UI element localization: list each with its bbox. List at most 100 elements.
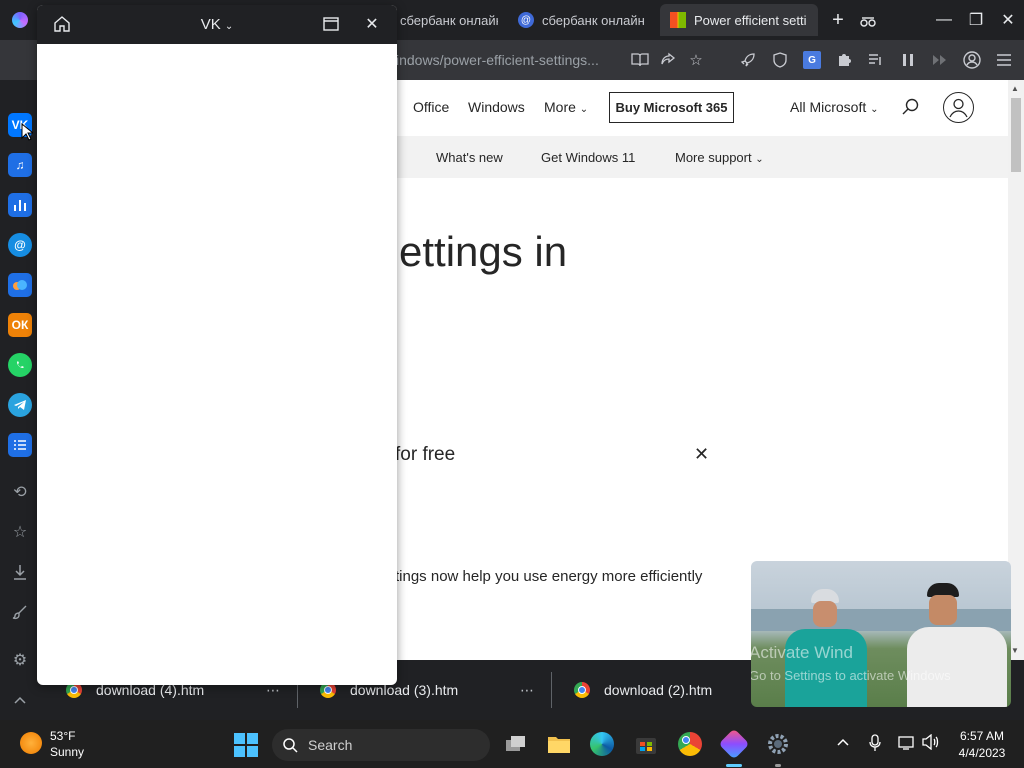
share-icon[interactable] <box>656 48 680 72</box>
nav-office[interactable]: Office <box>413 99 449 115</box>
article-lead: tings now help you use energy more effic… <box>395 568 703 585</box>
active-app-indicator <box>726 764 742 767</box>
downloads-icon[interactable] <box>8 560 32 584</box>
clock-date: 4/4/2023 <box>958 746 1006 760</box>
browser-logo-icon[interactable] <box>12 12 28 28</box>
microsoft-icon <box>670 12 686 28</box>
nav-all-microsoft-label: All Microsoft <box>790 99 867 115</box>
video-pip[interactable]: Activate Wind Go to Settings to activate… <box>751 561 1011 707</box>
bookmark-star-icon[interactable]: ☆ <box>684 48 708 72</box>
cloud-icon[interactable] <box>8 273 32 297</box>
microphone-icon[interactable] <box>869 734 881 755</box>
reader-mode-icon[interactable] <box>628 48 652 72</box>
weather-condition[interactable]: Sunny <box>50 745 84 759</box>
menu-icon[interactable] <box>992 48 1016 72</box>
account-avatar-icon[interactable] <box>943 92 974 123</box>
taskbar-search-label: Search <box>308 737 353 753</box>
pause-icon[interactable] <box>896 48 920 72</box>
new-tab-button[interactable]: + <box>822 0 854 40</box>
download-filename: download (2).htm <box>604 682 713 698</box>
subnav-whats-new[interactable]: What's new <box>436 150 503 165</box>
minimize-button[interactable]: — <box>928 0 960 40</box>
browser-sidebar: VK ♫ @ ОК ⟲ ☆ ⚙ <box>0 80 38 720</box>
tab-title: Power efficient setti <box>694 12 807 28</box>
tab-sberbank-2[interactable]: @ сбербанк онлайн - Я <box>508 4 658 36</box>
scrollbar-thumb[interactable] <box>1011 98 1021 172</box>
collapse-icon[interactable] <box>8 688 32 712</box>
telegram-icon[interactable] <box>8 393 32 417</box>
open-in-tab-icon[interactable] <box>321 14 341 34</box>
rocket-icon[interactable] <box>736 48 760 72</box>
taskbar-search[interactable]: Search <box>272 729 490 761</box>
sun-icon[interactable] <box>20 732 42 754</box>
stats-icon[interactable] <box>8 193 32 217</box>
chrome-logo-icon <box>678 732 702 756</box>
start-button[interactable] <box>234 733 258 757</box>
close-window-button[interactable]: ✕ <box>992 0 1024 40</box>
history-icon[interactable]: ⟲ <box>8 480 32 504</box>
activate-windows-watermark: Activate Wind <box>751 643 853 662</box>
odnoklassniki-icon[interactable]: ОК <box>8 313 32 337</box>
desktop-screen: сбербанк онлайн - Я @ сбербанк онлайн - … <box>0 0 1024 768</box>
chevron-down-icon: ⌄ <box>870 104 879 115</box>
video-person-right <box>901 583 1009 707</box>
music-icon[interactable]: ♫ <box>8 153 32 177</box>
nav-more[interactable]: More ⌄ <box>544 99 588 115</box>
shield-icon[interactable] <box>768 48 792 72</box>
subnav-more-support[interactable]: More support ⌄ <box>675 150 764 165</box>
weather-temp[interactable]: 53°F <box>50 729 75 743</box>
brush-icon[interactable] <box>8 600 32 624</box>
restore-button[interactable]: ❐ <box>960 0 992 40</box>
nav-more-label: More <box>544 99 576 115</box>
chevron-down-icon: ⌄ <box>579 104 589 115</box>
search-icon <box>283 738 298 753</box>
vk-panel-title[interactable]: VK ⌄ <box>37 16 397 33</box>
at-mail-icon: @ <box>518 12 534 28</box>
file-explorer-icon[interactable] <box>545 730 573 758</box>
extensions-puzzle-icon[interactable] <box>832 48 856 72</box>
tab-sberbank-1[interactable]: сбербанк онлайн - Я <box>390 4 508 36</box>
edge-icon[interactable] <box>588 730 616 758</box>
scroll-up-icon[interactable]: ▲ <box>1011 84 1019 93</box>
favorites-icon[interactable]: ☆ <box>8 520 32 544</box>
settings-gear-icon[interactable] <box>764 730 792 758</box>
tab-power-efficient[interactable]: Power efficient setti <box>660 4 818 36</box>
download-item[interactable]: download (2).htm <box>574 660 712 720</box>
tab-search-icon[interactable] <box>852 0 884 40</box>
whatsapp-icon[interactable] <box>8 353 32 377</box>
chrome-taskbar-icon[interactable] <box>676 730 704 758</box>
vk-panel-header: VK ⌄ ✕ <box>37 5 397 44</box>
tasks-icon[interactable] <box>8 433 32 457</box>
activate-windows-hint: Go to Settings to activate Windows <box>751 668 951 683</box>
store-icon[interactable] <box>632 730 660 758</box>
running-app-indicator <box>775 764 781 767</box>
network-icon[interactable] <box>898 734 916 753</box>
nav-all-microsoft[interactable]: All Microsoft ⌄ <box>790 99 879 115</box>
mail-icon[interactable]: @ <box>8 233 32 257</box>
divider <box>551 672 552 708</box>
tab-title: сбербанк онлайн - Я <box>542 12 648 28</box>
profile-icon[interactable] <box>960 48 984 72</box>
download-more-icon[interactable]: ⋯ <box>520 660 534 720</box>
atom-browser-icon[interactable] <box>718 728 750 760</box>
nav-windows[interactable]: Windows <box>468 99 525 115</box>
buy-microsoft-365-button[interactable]: Buy Microsoft 365 <box>609 92 734 123</box>
settings-icon[interactable]: ⚙ <box>8 648 32 672</box>
playlist-icon[interactable] <box>864 48 888 72</box>
chevron-down-icon: ⌄ <box>755 154 764 165</box>
translate-icon[interactable]: G <box>800 48 824 72</box>
close-panel-icon[interactable]: ✕ <box>362 14 382 34</box>
windows-taskbar: 53°F Sunny Search 6:57 AM 4/4/2023 <box>0 720 1024 768</box>
task-view-icon[interactable] <box>502 730 530 758</box>
volume-icon[interactable] <box>922 733 940 753</box>
taskbar-clock[interactable]: 6:57 AM 4/4/2023 <box>952 729 1012 760</box>
next-track-icon[interactable] <box>928 48 952 72</box>
vk-panel-title-label: VK <box>200 16 221 33</box>
search-icon[interactable] <box>902 98 920 121</box>
show-hidden-icons-icon[interactable] <box>836 734 850 750</box>
address-bar[interactable]: indows/power-efficient-settings... <box>396 48 599 72</box>
scroll-down-icon[interactable]: ▼ <box>1011 646 1019 655</box>
page-title: ettings in <box>399 228 568 275</box>
subnav-get-windows[interactable]: Get Windows 11 <box>541 150 635 165</box>
close-icon[interactable]: ✕ <box>694 444 709 465</box>
